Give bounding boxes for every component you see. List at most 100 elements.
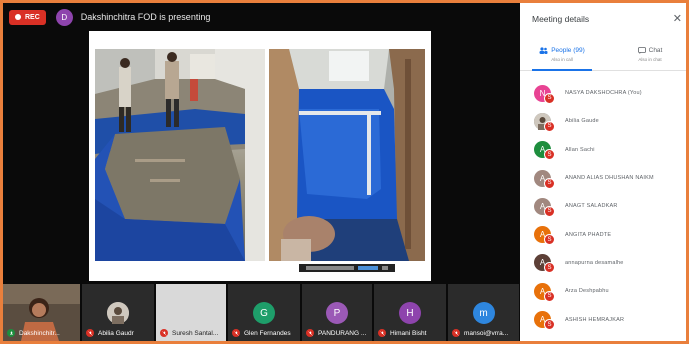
tile-name: PANDURANG ... <box>318 329 367 337</box>
participant-tile[interactable]: G Glen Fernandes <box>228 284 300 341</box>
list-item[interactable]: A S ANGITA PHADTE <box>520 220 686 248</box>
participant-tile[interactable]: H Himani Bisht <box>374 284 446 341</box>
participant-avatar: AS <box>534 141 555 161</box>
list-item[interactable]: A S Arza Deshpabhu <box>520 277 686 305</box>
presenter-avatar: D <box>55 8 73 26</box>
toolbar-label-bar <box>306 266 354 270</box>
list-item[interactable]: S Abilia Gaude <box>520 107 686 135</box>
presentation-toolbar[interactable] <box>299 264 395 272</box>
participant-name: ANAGT SALADKAR <box>565 203 618 210</box>
participant-tile[interactable]: Suresh Santal... <box>156 284 226 341</box>
tile-name-row: Glen Fernandes <box>232 329 291 337</box>
tile-name-row: Himani Bisht <box>378 329 426 337</box>
close-icon[interactable]: ✕ <box>673 12 682 25</box>
tab-people[interactable]: People (99) Also in call <box>532 41 592 71</box>
tile-name: Himani Bisht <box>390 329 427 337</box>
tab-chat[interactable]: Chat Also in chat <box>620 41 680 71</box>
participant-name: ANGITA PHADTE <box>565 231 612 238</box>
panel-tabs: People (99) Also in call Chat Also in ch… <box>520 41 686 71</box>
muted-icon: S <box>544 290 555 302</box>
mic-off-icon <box>306 329 314 337</box>
tab-chat-label: Chat <box>648 47 663 54</box>
participant-avatar: m <box>472 302 495 324</box>
participant-tile[interactable]: m mansoi@vrra... <box>448 284 519 341</box>
muted-icon: S <box>544 177 555 189</box>
tab-chat-sub: Also in chat <box>638 57 662 62</box>
participant-avatar: H <box>399 302 421 324</box>
tile-name: Glen Fernandes <box>244 329 291 337</box>
panel-title: Meeting details <box>532 14 590 24</box>
list-item[interactable]: A S ASHISH HEMRAJKAR <box>520 305 686 333</box>
chat-icon <box>637 47 646 54</box>
participant-avatar: AS <box>534 254 555 274</box>
participant-tile[interactable]: Abilia Gaudr <box>82 284 154 341</box>
muted-icon: S <box>544 120 555 132</box>
muted-icon: S <box>544 92 555 104</box>
presenting-text: Dakshinchitra FOD is presenting <box>80 12 211 22</box>
participant-avatar: NS <box>534 84 555 104</box>
mic-off-icon <box>378 329 386 337</box>
people-icon <box>539 47 548 54</box>
participant-avatar: AS <box>534 169 555 189</box>
list-item[interactable]: A S ANAND ALIAS DHUSHAN NAIKM <box>520 164 686 192</box>
list-item[interactable]: A S Allan Sachi <box>520 136 686 164</box>
tab-people-sub: Also in call <box>551 57 573 62</box>
mic-on-icon <box>7 329 15 337</box>
recording-label: REC <box>25 13 40 21</box>
mic-off-icon <box>160 329 168 337</box>
participant-avatar: G <box>253 302 275 324</box>
participant-tile[interactable]: P PANDURANG ... <box>302 284 372 341</box>
meeting-window: REC D Dakshinchitra FOD is presenting Da… <box>3 3 686 341</box>
muted-icon: S <box>544 149 555 161</box>
participant-name: ASHISH HEMRAJKAR <box>565 316 625 323</box>
mic-off-icon <box>452 329 460 337</box>
active-tab-underline <box>532 69 592 71</box>
toolbar-action-button[interactable] <box>358 266 378 270</box>
participant-avatar: AS <box>534 311 555 331</box>
list-item[interactable]: A S ANAGT SALADKAR <box>520 192 686 220</box>
participant-name: Arza Deshpabhu <box>565 288 609 295</box>
tile-name-row: mansoi@vrra... <box>452 329 508 337</box>
tile-name: Abilia Gaudr <box>98 329 134 337</box>
tile-name: Suresh Santal... <box>172 329 219 337</box>
list-item[interactable]: A S annapurna desamalhe <box>520 249 686 277</box>
tab-people-label: People (99) <box>551 47 585 54</box>
tile-name: Dakshinchitr... <box>19 329 60 337</box>
participant-avatar: S <box>534 112 555 132</box>
participant-name: ANAND ALIAS DHUSHAN NAIKM <box>565 175 654 182</box>
muted-icon: S <box>544 262 555 274</box>
muted-icon: S <box>544 234 555 246</box>
participant-avatar <box>107 302 129 324</box>
participant-name: NASYA DAKSHOCHRA (You) <box>565 90 642 97</box>
participant-avatar: AS <box>534 197 555 217</box>
mic-off-icon <box>86 329 94 337</box>
renovation-photo-left <box>95 49 265 261</box>
tile-name-row: Suresh Santal... <box>160 329 218 337</box>
participant-list: N S NASYA DAKSHOCHRA (You) S Abilia Gaude A… <box>520 79 686 334</box>
participant-avatar: AS <box>534 282 555 302</box>
tile-name: mansoi@vrra... <box>464 329 509 337</box>
presentation-stage <box>3 31 519 281</box>
participant-avatar: P <box>326 302 348 324</box>
muted-icon: S <box>544 319 555 331</box>
participant-tile[interactable]: Dakshinchitr... <box>3 284 80 341</box>
participant-tiles: Dakshinchitr... Abilia Gaudr Suresh Sant… <box>3 284 519 341</box>
participant-name: Abilia Gaude <box>565 118 599 125</box>
tab-chat-label-row: Chat <box>620 47 680 54</box>
tile-name-row: Dakshinchitr... <box>7 329 60 337</box>
top-bar: REC D Dakshinchitra FOD is presenting <box>3 3 519 31</box>
muted-icon: S <box>544 205 555 217</box>
tile-name-row: Abilia Gaudr <box>86 329 134 337</box>
mic-off-icon <box>232 329 240 337</box>
renovation-photo-right <box>269 49 425 261</box>
tab-people-label-row: People (99) <box>532 47 592 54</box>
participant-name: annapurna desamalhe <box>565 259 624 266</box>
meeting-details-panel: Meeting details ✕ People (99) Also in ca… <box>520 3 686 341</box>
tile-name-row: PANDURANG ... <box>306 329 366 337</box>
record-dot-icon <box>15 14 21 20</box>
toolbar-close-icon[interactable] <box>382 266 388 270</box>
list-item[interactable]: N S NASYA DAKSHOCHRA (You) <box>520 79 686 107</box>
shared-slide <box>89 31 431 281</box>
recording-badge: REC <box>9 9 46 25</box>
participant-avatar: AS <box>534 226 555 246</box>
